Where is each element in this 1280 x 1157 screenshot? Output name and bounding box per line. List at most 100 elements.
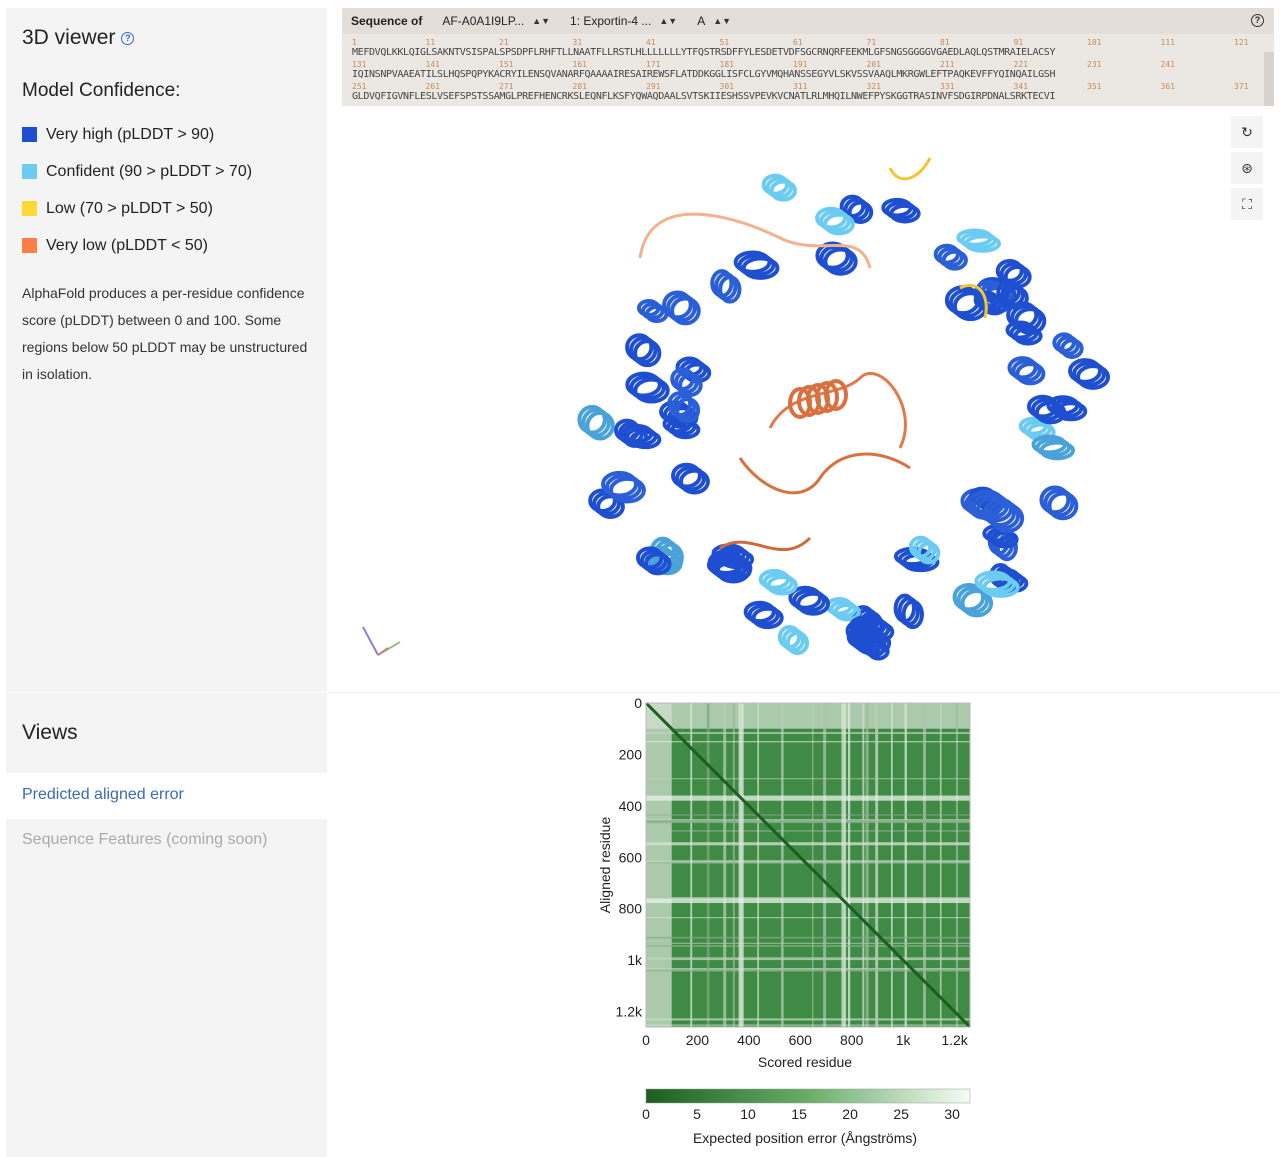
- heatmap-band: [781, 703, 784, 1027]
- heatmap-band: [757, 703, 760, 1027]
- sequence-text[interactable]: MEFDVQLKKLQIGLSAKNTVSISPALSPSDPFLRHFTLLN…: [352, 47, 1056, 58]
- heatmap-band: [646, 814, 970, 816]
- colorbar-tick-label: 30: [944, 1106, 960, 1122]
- entry-select[interactable]: AF-A0A1I9LP... ▲▼: [442, 14, 550, 28]
- confidence-description: AlphaFold produces a per-residue confide…: [22, 285, 308, 382]
- helix-group: [577, 173, 1111, 661]
- heatmap-band: [646, 942, 970, 945]
- heatmap-band: [646, 1024, 970, 1026]
- x-axis-label: Scored residue: [758, 1054, 852, 1070]
- fullscreen-icon: ⛶: [1242, 195, 1252, 212]
- legend-label: Low (70 > pLDDT > 50): [46, 199, 213, 217]
- legend-label: Confident (90 > pLDDT > 70): [46, 162, 253, 180]
- sequence-number: 91: [1013, 38, 1024, 47]
- sequence-number: 241: [1160, 60, 1175, 69]
- x-tick-label: 0: [642, 1032, 650, 1048]
- sequence-number: 311: [793, 82, 808, 91]
- heatmap-band: [646, 732, 970, 734]
- spin-button[interactable]: ⊛: [1231, 152, 1263, 184]
- heatmap-band: [646, 917, 970, 919]
- colorbar: [645, 1088, 971, 1104]
- sequence-number: 131: [352, 60, 367, 69]
- y-tick-label: 200: [619, 746, 643, 762]
- confidence-legend: Very high (pLDDT > 90) Confident (90 > p…: [22, 116, 252, 264]
- heatmap-band: [706, 703, 710, 1027]
- colorbar-label: Expected position error (Ångströms): [693, 1130, 917, 1146]
- legend-item-low: Low (70 > pLDDT > 50): [22, 190, 252, 227]
- legend-label: Very high (pLDDT > 90): [46, 125, 215, 143]
- section-divider: [327, 692, 1280, 693]
- sequence-header: Sequence of AF-A0A1I9LP... ▲▼ 1: Exporti…: [342, 8, 1274, 34]
- x-tick-label: 200: [686, 1032, 710, 1048]
- reset-view-button[interactable]: ↻: [1231, 116, 1263, 148]
- heatmap-band: [865, 703, 869, 1027]
- y-tick-label: 400: [619, 798, 643, 814]
- legend-item-confident: Confident (90 > pLDDT > 70): [22, 153, 252, 190]
- pae-heatmap[interactable]: [644, 701, 972, 1029]
- sequence-panel: Sequence of AF-A0A1I9LP... ▲▼ 1: Exporti…: [342, 8, 1274, 106]
- heatmap-band: [646, 957, 970, 961]
- colorbar-tick-label: 0: [642, 1106, 650, 1122]
- heatmap-band: [812, 703, 814, 1027]
- x-tick-label: 400: [737, 1032, 761, 1048]
- heatmap-band: [939, 703, 942, 1027]
- heatmap-band: [646, 830, 970, 832]
- sequence-number: 41: [646, 38, 656, 47]
- y-tick-label: 800: [619, 901, 643, 917]
- views-title: Views: [22, 721, 78, 744]
- axis-z: [377, 647, 389, 656]
- sequence-text[interactable]: IQINSNPVAAEATILSLHQSPQPYKACRYILENSQVANAR…: [352, 69, 1056, 80]
- legend-label: Very low (pLDDT < 50): [46, 236, 208, 254]
- chain-id-select[interactable]: A ▲▼: [697, 14, 731, 28]
- colorbar-tick-label: 15: [791, 1106, 807, 1122]
- sequence-number: 151: [499, 60, 514, 69]
- sequence-number: 321: [866, 82, 881, 91]
- legend-swatch: [22, 201, 37, 216]
- legend-item-very-low: Very low (pLDDT < 50): [22, 227, 252, 264]
- sequence-number: 231: [1087, 60, 1102, 69]
- confidence-heading: Model Confidence:: [22, 80, 181, 101]
- helix-very-low: [788, 379, 848, 419]
- heatmap-band: [646, 860, 970, 863]
- heatmap-band: [646, 703, 970, 729]
- heatmap-band: [841, 703, 847, 1027]
- sequence-number: 31: [572, 38, 583, 47]
- sequence-number: 141: [425, 60, 440, 69]
- x-tick-label: 1k: [896, 1032, 912, 1048]
- sequence-scrollbar[interactable]: [1264, 52, 1274, 106]
- pae-chart[interactable]: 02004006008001k1.2k 0 200 400 600 800 1k 1.2k …: [580, 695, 980, 1155]
- fullscreen-button[interactable]: ⛶: [1231, 188, 1263, 220]
- help-icon[interactable]: ?: [121, 31, 135, 45]
- y-axis-ticks: 0 200 400 600 800 1k 1.2k: [616, 695, 643, 1020]
- sequence-text[interactable]: GLDVQFIGVNFLESLVSEFSPSTSSAMGLPREFHENCRKS…: [352, 91, 1056, 102]
- sequence-number: 351: [1087, 82, 1102, 91]
- axes-gizmo: [362, 626, 401, 656]
- chain-select[interactable]: 1: Exportin-4 ... ▲▼: [570, 14, 677, 28]
- heatmap-band: [646, 936, 970, 939]
- loop: [738, 452, 911, 495]
- sequence-number: 51: [719, 38, 730, 47]
- protein-structure-canvas[interactable]: [560, 148, 1120, 688]
- heatmap-band: [646, 945, 970, 947]
- sequence-number: 161: [572, 60, 587, 69]
- sequence-number: 71: [866, 38, 877, 47]
- sequence-help-icon[interactable]: ?: [1251, 14, 1264, 27]
- reset-view-icon: ↻: [1241, 123, 1253, 140]
- sequence-number: 341: [1013, 82, 1028, 91]
- sequence-number: 201: [866, 60, 881, 69]
- chain-select-value: 1: Exportin-4 ...: [570, 14, 652, 28]
- x-tick-label: 600: [789, 1032, 813, 1048]
- heatmap-band: [646, 1018, 970, 1021]
- sequence-number: 301: [719, 82, 734, 91]
- heatmap-band: [875, 703, 879, 1027]
- sequence-number: 371: [1234, 82, 1249, 91]
- heatmap-band: [646, 703, 672, 1027]
- chain-id-select-value: A: [697, 14, 706, 28]
- sequence-features-panel: Sequence Features (coming soon): [6, 819, 327, 1157]
- heatmap-band: [732, 703, 735, 1027]
- legend-swatch: [22, 238, 37, 253]
- heatmap-band: [890, 703, 893, 1027]
- sequence-number: 11: [425, 38, 436, 47]
- view-predicted-aligned-error[interactable]: Predicted aligned error: [22, 786, 184, 804]
- heatmap-band: [904, 703, 907, 1027]
